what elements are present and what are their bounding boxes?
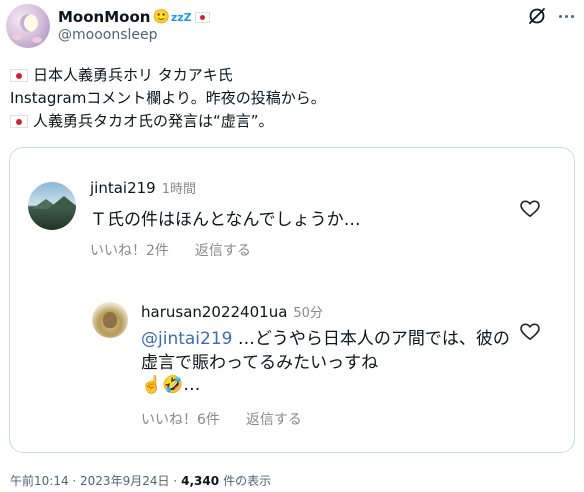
japan-flag-icon [194, 11, 210, 23]
author-handle[interactable]: @mooonsleep [58, 27, 158, 43]
comment-username: jintai219 [90, 179, 156, 197]
reply-mention: @jintai219 [141, 329, 233, 349]
reply-text: @jintai219 …どうやら日本人のア間では、彼の虚言で賑わってるみたいっす… [141, 327, 521, 375]
reply-emoji: ☝️🤣… [141, 375, 201, 395]
tweet-line: Instagramコメント欄より。昨夜の投稿から。 [10, 87, 326, 110]
grok-icon[interactable] [527, 6, 547, 26]
heart-icon [520, 323, 540, 340]
author-avatar[interactable] [6, 4, 50, 48]
tweet-metadata: 午前10:14 · 2023年9月24日 · 4,340 件の表示 [10, 472, 271, 489]
tweet-line-text: Instagramコメント欄より。昨夜の投稿から。 [10, 89, 326, 107]
zzz-emoji: zzZ [170, 10, 192, 24]
comment-actions: いいね！2件 返信する [90, 240, 251, 260]
attached-image[interactable]: jintai219 1時間 Ｔ氏の件はほんとなんでしょうか… いいね！2件 返信… [9, 147, 575, 453]
heart-icon [520, 200, 540, 217]
comment-time: 1時間 [161, 182, 196, 197]
japan-flag-icon [10, 115, 28, 128]
view-count: 4,340 [181, 473, 220, 488]
view-count-label: 件の表示 [223, 474, 272, 488]
tweet-line: 人義勇兵タカオ氏の発言は“虚言”。 [10, 110, 326, 133]
reply-actions: いいね！6件 返信する [141, 409, 302, 429]
more-options-icon[interactable] [556, 8, 576, 24]
petal-decoration [32, 37, 42, 43]
comment-reply-link: 返信する [194, 243, 251, 259]
author-display-name[interactable]: MoonMoon [58, 8, 150, 26]
reply-header: harusan2022401ua 50分 [141, 302, 323, 321]
reply-likes: いいね！6件 [141, 412, 220, 428]
author-name-row[interactable]: MoonMoon 🙂 zzZ [58, 7, 210, 27]
reply-avatar [92, 302, 128, 338]
japan-flag-icon [10, 69, 28, 82]
moon-illustration [20, 14, 38, 32]
reply-time: 50分 [293, 306, 323, 321]
comment-likes: いいね！2件 [90, 243, 169, 259]
tweet-header: MoonMoon 🙂 zzZ @mooonsleep [0, 0, 584, 56]
comment-text: Ｔ氏の件はほんとなんでしょうか… [90, 210, 361, 230]
commenter-avatar [28, 182, 76, 230]
petal-decoration [12, 34, 22, 40]
tweet-timestamp[interactable]: 午前10:14 · 2023年9月24日 · [10, 472, 177, 489]
tweet-line-text: 人義勇兵タカオ氏の発言は“虚言”。 [33, 112, 274, 130]
tweet-line: 日本人義勇兵ホリ タカアキ氏 [10, 64, 326, 87]
reply-reply-link: 返信する [245, 412, 302, 428]
avatar-figure [103, 312, 117, 328]
reply-username: harusan2022401ua [141, 303, 288, 321]
tweet-body: 日本人義勇兵ホリ タカアキ氏 Instagramコメント欄より。昨夜の投稿から。… [10, 64, 326, 133]
tweet-line-text: 日本人義勇兵ホリ タカアキ氏 [33, 66, 233, 84]
sleepy-face-emoji: 🙂 [152, 9, 170, 25]
comment-header: jintai219 1時間 [90, 178, 196, 197]
mountain-shape [48, 196, 76, 209]
